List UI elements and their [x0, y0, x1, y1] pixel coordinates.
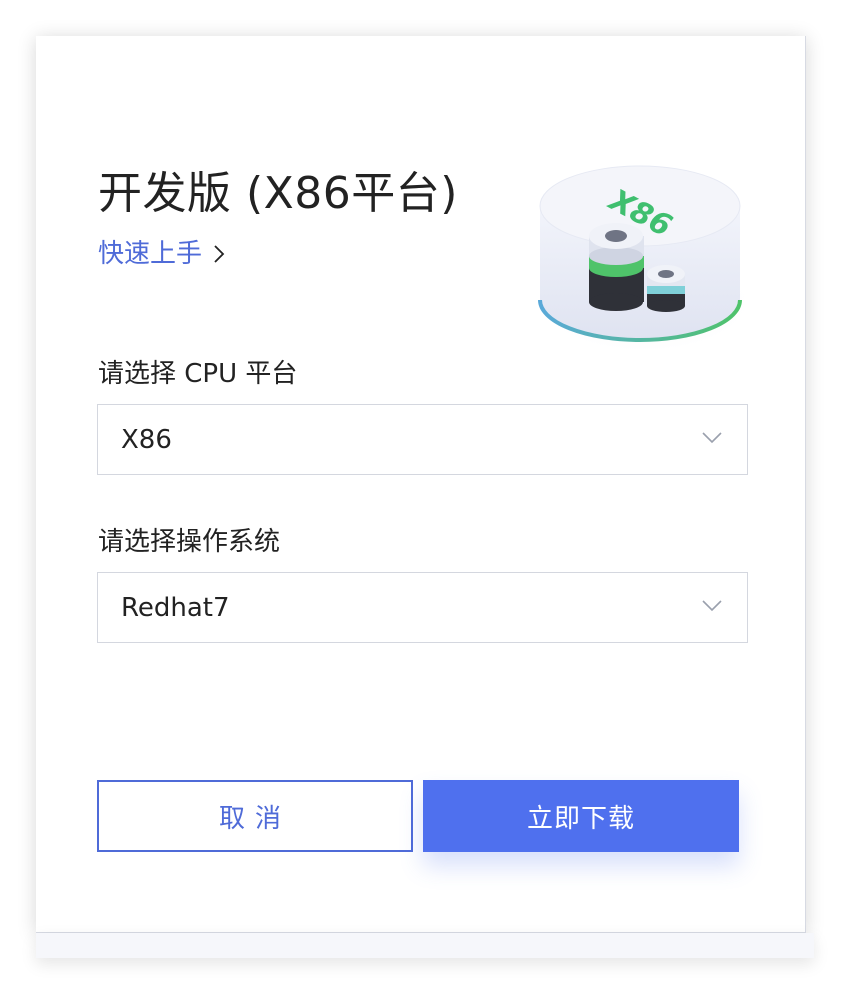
- cpu-platform-value: X86: [121, 425, 172, 455]
- os-label: 请选择操作系统: [98, 527, 281, 557]
- page: 开发版 (X86平台) 快速上手 X86 请选择 CPU 平台 X86 请选择操…: [0, 0, 850, 994]
- download-dialog: 开发版 (X86平台) 快速上手 X86 请选择 CPU 平台 X86 请选择操…: [36, 36, 806, 933]
- quick-start-link[interactable]: 快速上手: [98, 236, 228, 272]
- download-now-button[interactable]: 立即下载: [423, 780, 739, 852]
- quick-start-label: 快速上手: [98, 239, 203, 269]
- cpu-platform-label: 请选择 CPU 平台: [98, 359, 298, 389]
- cpu-platform-select[interactable]: X86: [97, 404, 748, 475]
- chevron-down-icon: [702, 600, 722, 612]
- chevron-right-icon: [214, 245, 225, 263]
- small-stack-icon: [647, 265, 685, 312]
- cancel-button[interactable]: 取消: [97, 780, 413, 852]
- dialog-footer-strip: [36, 933, 814, 958]
- os-select[interactable]: Redhat7: [97, 572, 748, 643]
- dialog-title: 开发版 (X86平台): [98, 168, 458, 219]
- x86-chip-illustration: X86: [534, 165, 754, 354]
- chevron-down-icon: [702, 432, 722, 444]
- large-stack-icon: [589, 223, 644, 311]
- os-value: Redhat7: [121, 593, 230, 623]
